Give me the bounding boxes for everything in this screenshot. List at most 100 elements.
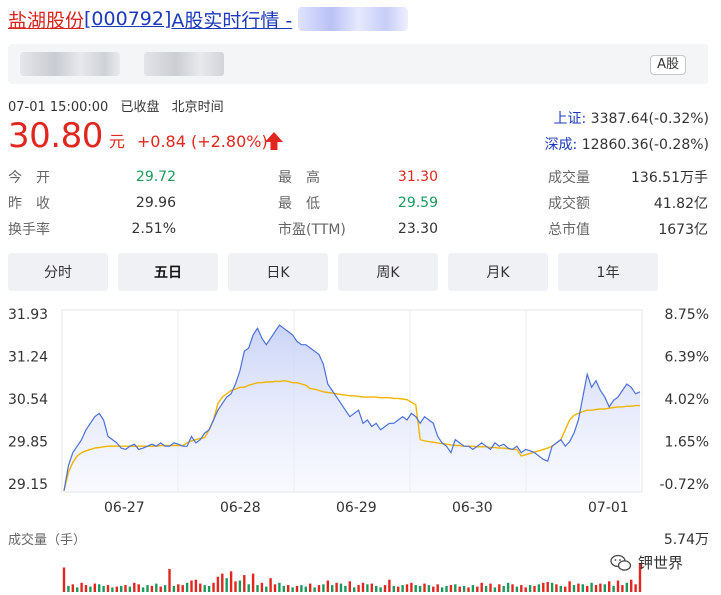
volume-bar [181,585,184,592]
stat-label: 成交量 [548,170,590,186]
volume-bar [98,584,101,592]
volume-bar [414,585,417,592]
tab-five-day[interactable]: 五日 [118,253,218,291]
volume-bar [564,586,567,592]
volume-bar [300,585,303,592]
volume-bar [256,585,259,592]
volume-bar [216,576,220,592]
volume-bar [370,583,373,592]
stat-label: 最 低 [278,196,320,212]
stat-value: 1673亿 [658,222,708,238]
volume-bar [67,585,70,592]
volume-bar [634,584,637,592]
index-shenzhen[interactable]: 深成: 12860.36(-0.28%) [545,134,709,154]
stat-volume: 成交量 136.51万手 [548,164,708,190]
volume-bar [247,584,250,592]
volume-bar [581,584,584,592]
title-suffix-link[interactable]: A股实时行情 - [171,6,292,33]
volume-bar [524,587,527,592]
volume-bar [550,582,554,592]
y-tick-label: 29.85 [8,435,48,451]
volume-bar [608,581,611,592]
volume-bar [401,585,404,592]
volume-bar [612,585,615,592]
volume-bar [199,583,202,592]
volume-bar [498,584,501,592]
index-shanghai[interactable]: 上证: 3387.64(-0.32%) [553,108,709,128]
volume-bar [291,587,294,592]
stock-code-link[interactable]: [000792] [84,8,171,30]
volume-bar [436,584,439,592]
tab-monthly-k[interactable]: 月K [448,253,548,291]
volume-bar [625,582,628,592]
volume-bar [344,585,347,592]
volume-bar [476,586,479,592]
volume-bar [251,573,255,592]
volume-bar [366,584,369,592]
price-row: 30.80 元 +0.84 (+2.80%) [8,116,268,156]
volume-bar [93,583,96,592]
stat-pe: 市盈(TTM) 23.30 [278,216,438,242]
stat-amount: 成交额 41.82亿 [548,190,708,216]
volume-bar [506,582,510,592]
volume-bar [278,582,281,592]
volume-bar [89,586,92,592]
y-tick-label: 29.15 [8,477,48,493]
watermark: 钾世界 [610,552,683,573]
volume-bar [133,582,136,592]
chart-period-tabs: 分时 五日 日K 周K 月K 1年 [8,253,668,291]
volume-bar [269,578,272,592]
five-day-chart[interactable]: 31.93 8.75% 31.24 6.39% 30.54 4.02% 29.85 1.65%… [0,296,721,595]
volume-bar [594,585,598,592]
volume-bar [146,585,149,592]
price-change: +0.84 (+2.80%) [136,132,268,151]
volume-bar [471,585,475,592]
stats-column-2: 最 高 31.30 最 低 29.59 市盈(TTM) 23.30 [278,164,438,242]
price-unit: 元 [108,132,125,151]
stock-name-link[interactable]: 盐湖股份 [8,6,84,33]
volume-bar [361,582,365,592]
stat-market-cap: 总市值 1673亿 [548,216,708,242]
tab-intraday[interactable]: 分时 [8,253,108,291]
volume-bar [572,585,576,592]
timezone-label: 北京时间 [171,100,224,115]
volume-bar [458,586,461,592]
y-pct-tick-label: 8.75% [665,307,709,323]
stat-value: 29.96 [135,195,176,211]
stat-prev-close: 昨 收 29.96 [8,190,176,216]
volume-bar [203,585,206,592]
stat-label: 今 开 [8,170,50,186]
volume-bar [445,585,448,592]
stat-label: 昨 收 [8,196,50,212]
stat-turnover: 换手率 2.51% [8,216,176,242]
volume-bar [603,584,606,592]
blurred-block-1 [20,52,120,76]
volume-bar [194,579,198,592]
volume-bar [185,582,189,592]
stat-label: 市盈(TTM) [278,222,346,238]
tab-daily-k[interactable]: 日K [228,253,328,291]
stat-value: 29.72 [135,169,176,185]
volume-bar [484,585,488,592]
stat-value: 136.51万手 [631,170,708,186]
volume-bar [304,586,307,592]
tab-weekly-k[interactable]: 周K [338,253,438,291]
volume-bar [397,586,400,592]
volume-bar [616,580,620,592]
volume-bar [357,585,360,592]
volume-bar [295,585,299,592]
volume-bar [392,585,395,592]
tab-one-year[interactable]: 1年 [558,253,658,291]
blurred-title-tail [298,7,409,31]
volume-bar [515,586,519,592]
stat-open: 今 开 29.72 [8,164,176,190]
volume-bar [177,584,180,592]
volume-bar [309,583,312,592]
index-name: 深成: [544,137,578,153]
x-tick-label: 06-27 [104,500,145,516]
volume-bar [84,585,88,592]
quote-time-row: 07-01 15:00:00 已收盘 北京时间 [8,96,232,115]
volume-bar [440,587,444,592]
volume-bar [467,587,470,592]
volume-bar [71,584,74,592]
